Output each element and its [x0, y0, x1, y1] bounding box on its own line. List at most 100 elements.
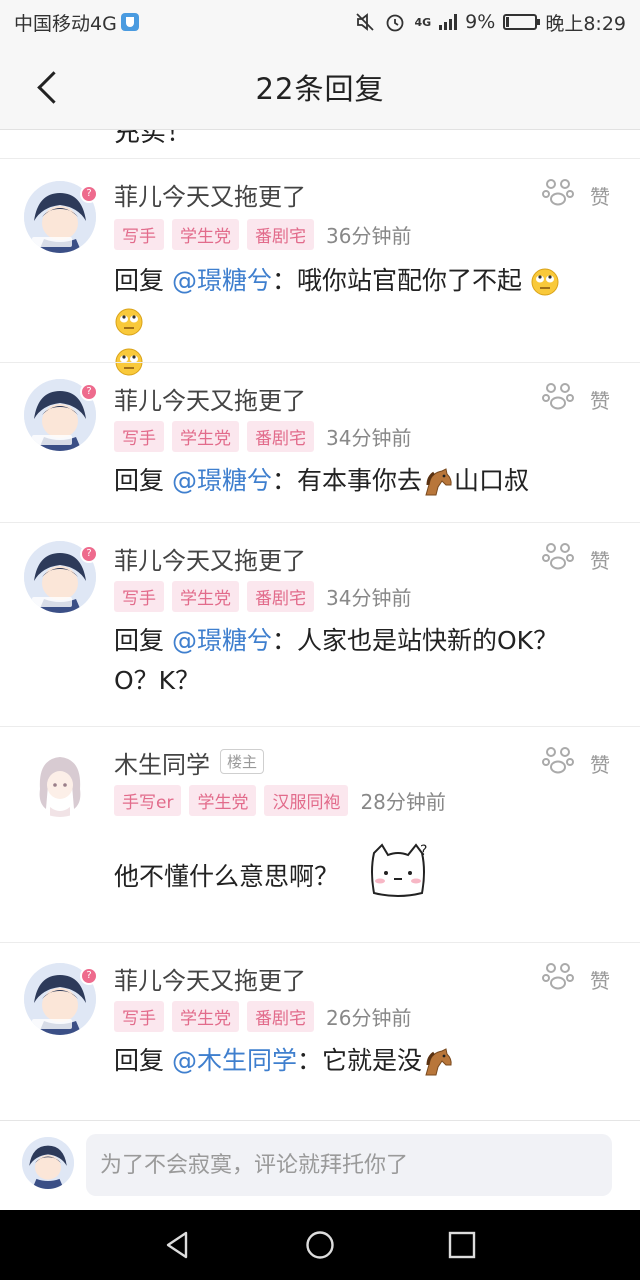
user-tag: 番剧宅 — [247, 219, 314, 250]
comment-body-line2: O？K？ — [114, 666, 201, 695]
user-tag: 番剧宅 — [247, 581, 314, 612]
battery-percent: 9% — [465, 11, 496, 33]
circle-home-icon[interactable] — [303, 1228, 337, 1262]
triangle-back-icon[interactable] — [160, 1228, 194, 1262]
comment-body: 哦你站官配你了不起 — [297, 266, 523, 295]
user-tags: 写手 学生党 番剧宅 34分钟前 — [114, 421, 411, 452]
like-button[interactable]: 赞 — [590, 385, 610, 414]
mention-link[interactable]: @璟糖兮 — [172, 626, 272, 655]
user-tag: 学生党 — [172, 421, 239, 452]
user-tag: 写手 — [114, 219, 164, 250]
eye-roll-emoji — [531, 268, 559, 296]
post-time: 26分钟前 — [326, 1006, 412, 1030]
mention-link[interactable]: @璟糖兮 — [172, 466, 272, 495]
host-badge: 楼主 — [220, 749, 265, 774]
post-time: 36分钟前 — [326, 224, 412, 248]
author-name[interactable]: 菲儿今天又拖更了 — [114, 541, 306, 576]
comment-input-bar — [0, 1120, 640, 1210]
level-badge-icon: ? — [80, 185, 98, 203]
page-title: 22条回复 — [255, 71, 385, 106]
mute-icon — [356, 13, 375, 31]
separator: ： — [296, 1046, 322, 1075]
reply-list[interactable]: 充实！ ? 菲儿今天又拖更了 写手 学生党 番剧宅 36分钟前 赞 回复 @璟糖… — [0, 130, 640, 1120]
post-time: 34分钟前 — [326, 426, 412, 450]
svg-text:?: ? — [420, 843, 427, 859]
paw-like-icon[interactable] — [542, 961, 574, 991]
user-tags: 写手 学生党 番剧宅 26分钟前 — [114, 1001, 411, 1032]
like-button[interactable]: 赞 — [590, 545, 610, 574]
author-name[interactable]: 菲儿今天又拖更了 — [114, 381, 306, 416]
user-tag: 写手 — [114, 581, 164, 612]
comment-body: 人家也是站快新的OK？ — [297, 626, 559, 655]
status-right: 4G 9% 晚上8:29 — [354, 9, 626, 36]
like-button[interactable]: 赞 — [590, 749, 610, 778]
author-name[interactable]: 菲儿今天又拖更了 — [114, 177, 306, 212]
author-name[interactable]: 木生同学 — [114, 745, 210, 780]
post-time: 28分钟前 — [360, 790, 446, 814]
status-bar: 中国移动4G 4G 9% 晚上8:29 — [0, 0, 640, 44]
my-avatar[interactable] — [22, 1137, 74, 1189]
comment-item: ? 菲儿今天又拖更了 写手 学生党 番剧宅 34分钟前 赞 回复 @璟糖兮：有本… — [0, 362, 640, 522]
battery-icon — [503, 14, 541, 30]
user-tag: 学生党 — [172, 219, 239, 250]
previous-comment-tail: 充实！ — [114, 130, 193, 148]
shield-icon — [120, 13, 139, 31]
comment-item: 木生同学 楼主 手写er 学生党 汉服同袍 28分钟前 赞 他不懂什么意思啊？ … — [0, 726, 640, 942]
comment-body: 有本事你去 — [297, 466, 423, 495]
comment-body-tail: 山口叔 — [454, 466, 530, 495]
reply-prefix: 回复 — [114, 1046, 165, 1075]
reply-prefix: 回复 — [114, 466, 165, 495]
reply-prefix: 回复 — [114, 626, 165, 655]
user-tag: 学生党 — [172, 1001, 239, 1032]
paw-like-icon[interactable] — [542, 745, 574, 775]
user-tags: 写手 学生党 番剧宅 36分钟前 — [114, 219, 411, 250]
network-label: 4G — [414, 15, 432, 29]
user-tag: 手写er — [114, 785, 182, 816]
user-tag: 番剧宅 — [247, 1001, 314, 1032]
user-tag: 学生党 — [172, 581, 239, 612]
comment-text: 回复 @璟糖兮：有本事你去 山口叔 — [114, 461, 584, 501]
comment-item: ? 菲儿今天又拖更了 写手 学生党 番剧宅 26分钟前 赞 回复 @木生同学：它… — [0, 942, 640, 1102]
level-badge-icon: ? — [80, 545, 98, 563]
user-tag: 写手 — [114, 1001, 164, 1032]
like-button[interactable]: 赞 — [590, 965, 610, 994]
status-left: 中国移动4G — [14, 9, 139, 36]
level-badge-icon: ? — [80, 383, 98, 401]
author-name[interactable]: 菲儿今天又拖更了 — [114, 961, 306, 996]
carrier-label: 中国移动4G — [14, 12, 117, 35]
separator: ： — [271, 266, 297, 295]
separator: ： — [271, 626, 297, 655]
user-tag: 学生党 — [189, 785, 257, 816]
level-badge-icon: ? — [80, 967, 98, 985]
user-tags: 手写er 学生党 汉服同袍 28分钟前 — [114, 785, 446, 816]
user-tag: 汉服同袍 — [264, 785, 349, 816]
user-tag: 番剧宅 — [247, 421, 314, 452]
paw-like-icon[interactable] — [542, 177, 574, 207]
comment-text: 回复 @璟糖兮：人家也是站快新的OK？ O？K？ — [114, 621, 584, 701]
back-button[interactable] — [34, 70, 62, 104]
post-time: 34分钟前 — [326, 586, 412, 610]
user-tags: 写手 学生党 番剧宅 34分钟前 — [114, 581, 411, 612]
user-tag: 写手 — [114, 421, 164, 452]
mention-link[interactable]: @木生同学 — [172, 1046, 297, 1075]
paw-like-icon[interactable] — [542, 381, 574, 411]
square-recent-icon[interactable] — [445, 1228, 479, 1262]
system-nav-bar — [0, 1210, 640, 1280]
paw-like-icon[interactable] — [542, 541, 574, 571]
mention-link[interactable]: @璟糖兮 — [172, 266, 272, 295]
avatar[interactable] — [24, 745, 96, 817]
comment-input[interactable] — [86, 1134, 612, 1196]
comment-body: 它就是没 — [322, 1046, 423, 1075]
battery-fill — [506, 17, 510, 27]
confused-cat-sticker: ? — [371, 843, 427, 897]
horse-emoji — [425, 468, 452, 496]
separator: ： — [271, 466, 297, 495]
avatar-illustration — [24, 745, 96, 817]
clock: 晚上8:29 — [545, 12, 626, 35]
horse-emoji — [425, 1048, 452, 1076]
alarm-icon — [387, 14, 404, 32]
reply-prefix: 回复 — [114, 266, 165, 295]
like-button[interactable]: 赞 — [590, 181, 610, 210]
signal-icon — [439, 14, 458, 30]
comment-text: 回复 @木生同学：它就是没 — [114, 1041, 584, 1081]
